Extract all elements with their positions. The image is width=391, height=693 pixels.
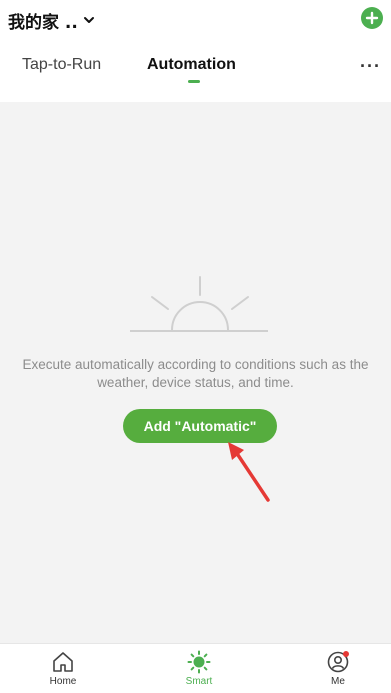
header: 我的家 .. Tap-to-Run Automation ··· bbox=[0, 0, 391, 102]
nav-me[interactable]: Me bbox=[303, 650, 373, 687]
nav-smart-label: Smart bbox=[185, 676, 213, 687]
add-button[interactable] bbox=[361, 7, 383, 29]
more-options-button[interactable]: ··· bbox=[360, 56, 381, 77]
home-icon bbox=[53, 652, 73, 672]
bottom-navigation: Home Smart Me bbox=[0, 643, 391, 693]
empty-state-message: Execute automatically according to condi… bbox=[22, 357, 369, 390]
tab-automation[interactable]: Automation bbox=[147, 56, 236, 74]
sun-icon bbox=[187, 650, 211, 674]
tab-tap-to-run[interactable]: Tap-to-Run bbox=[22, 56, 101, 74]
sunrise-icon bbox=[130, 276, 268, 332]
nav-smart[interactable]: Smart bbox=[164, 650, 234, 687]
tab-active-indicator bbox=[188, 80, 200, 83]
nav-me-label: Me bbox=[331, 676, 345, 687]
home-name: 我的家 .. bbox=[8, 12, 78, 33]
nav-home-label: Home bbox=[49, 676, 77, 687]
user-icon bbox=[327, 651, 349, 673]
nav-home[interactable]: Home bbox=[28, 650, 98, 687]
pointer-arrow-icon bbox=[228, 442, 270, 502]
plus-circle-icon bbox=[365, 11, 379, 25]
add-automatic-button[interactable]: Add "Automatic" bbox=[123, 409, 277, 443]
tab-bar: Tap-to-Run Automation ··· bbox=[0, 50, 391, 90]
chevron-down-icon bbox=[83, 17, 94, 23]
home-selector[interactable]: 我的家 .. bbox=[8, 8, 96, 33]
